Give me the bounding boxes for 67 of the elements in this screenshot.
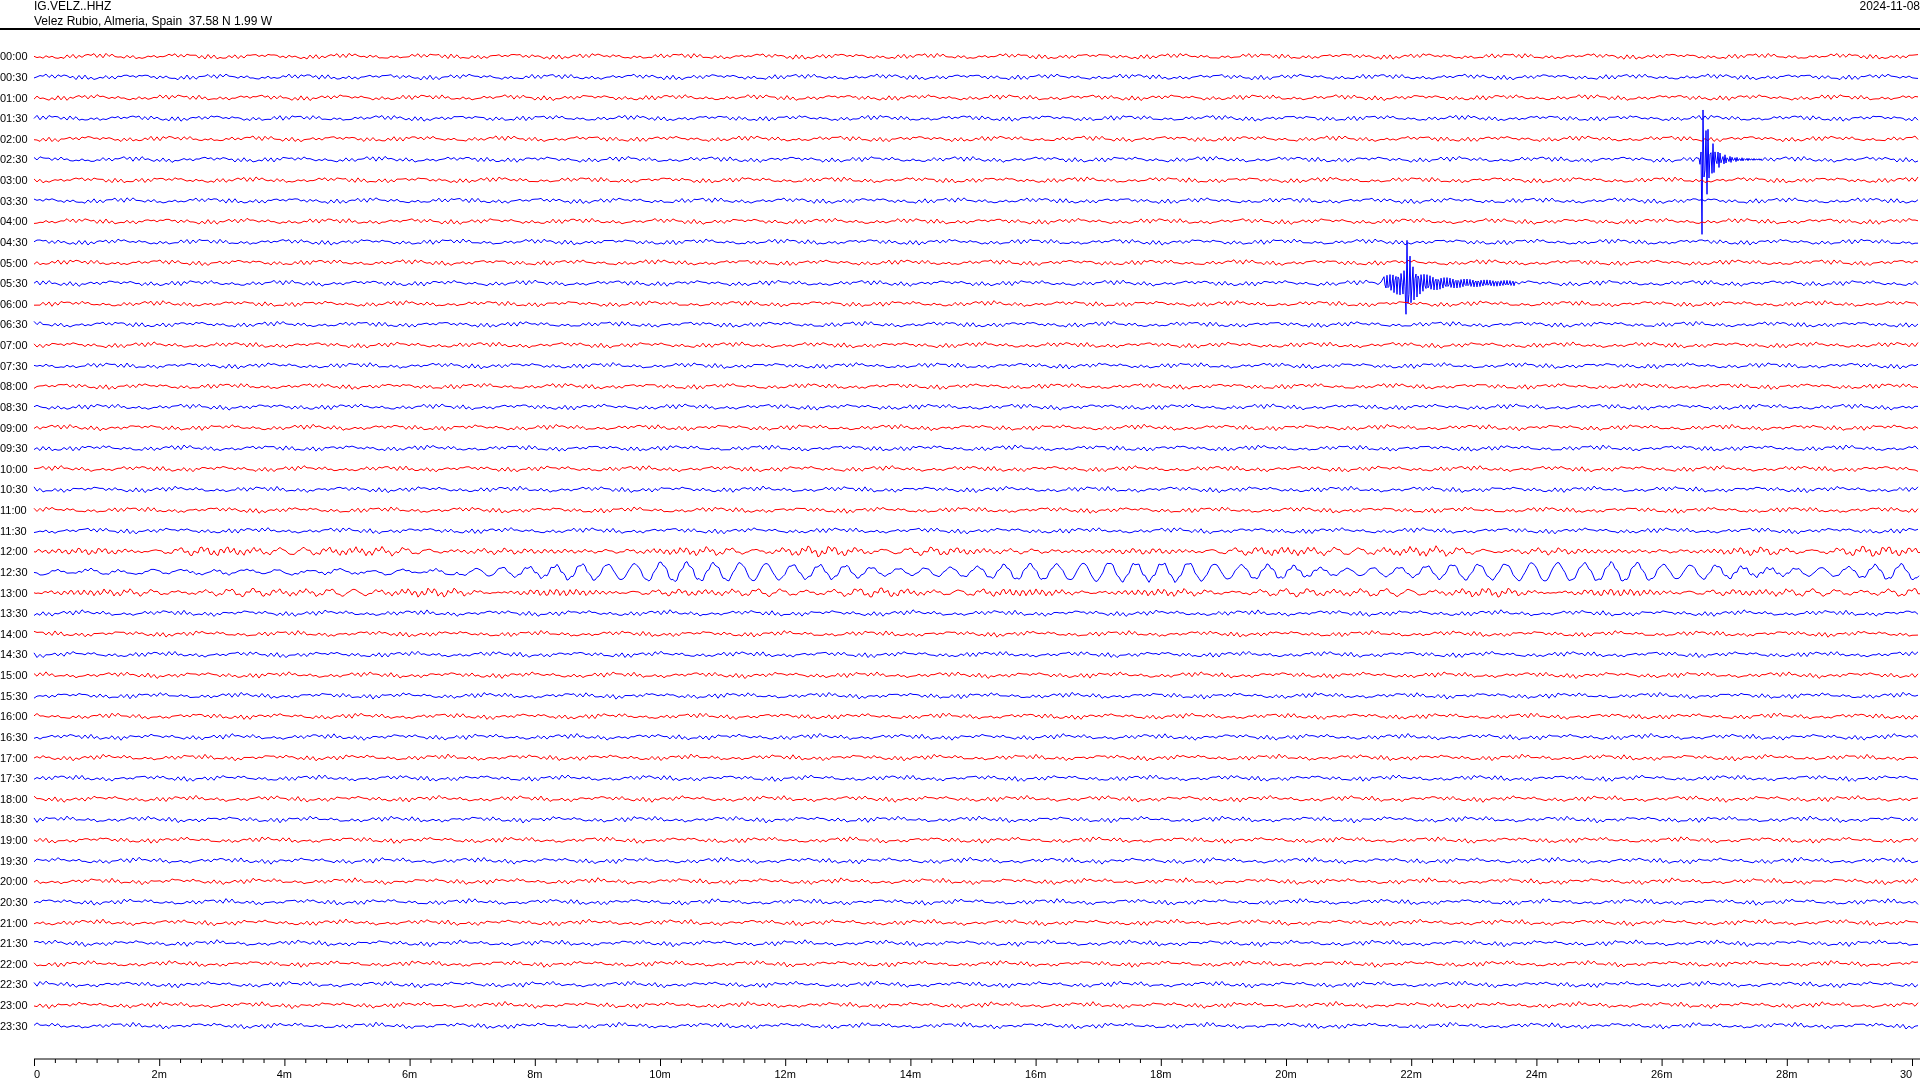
time-label: 04:30 bbox=[0, 235, 28, 248]
station-code: IG.VELZ..HHZ bbox=[34, 0, 113, 13]
date-label: 2024-11-08 bbox=[1859, 0, 1920, 15]
axis-label: 20m bbox=[1275, 1068, 1297, 1080]
time-label: 11:00 bbox=[0, 504, 27, 517]
time-label: 07:00 bbox=[0, 339, 28, 352]
time-label: 06:30 bbox=[0, 318, 28, 331]
time-label: 16:30 bbox=[0, 730, 28, 743]
axis-label: 6m bbox=[401, 1068, 418, 1080]
axis-label: 0 bbox=[33, 1068, 41, 1080]
axis-label: 16m bbox=[1024, 1068, 1047, 1080]
time-label: 03:30 bbox=[0, 194, 28, 207]
time-label: 01:00 bbox=[0, 91, 28, 104]
time-label: 18:30 bbox=[0, 813, 28, 826]
time-label: 16:00 bbox=[0, 710, 28, 723]
time-label: 13:30 bbox=[0, 607, 28, 620]
axis-label: 2m bbox=[151, 1068, 167, 1080]
axis-label: 12m bbox=[774, 1068, 796, 1080]
time-label: 17:30 bbox=[0, 772, 28, 785]
axis-label: 22m bbox=[1400, 1068, 1422, 1080]
time-label: 08:00 bbox=[0, 380, 28, 393]
time-label: 02:30 bbox=[0, 153, 28, 166]
axis-label: 30 bbox=[1899, 1068, 1913, 1080]
axis-label: 24m bbox=[1525, 1068, 1548, 1080]
time-label: 07:30 bbox=[0, 359, 28, 372]
axis-label: 18m bbox=[1150, 1068, 1172, 1080]
time-label: 13:00 bbox=[0, 586, 28, 599]
time-label: 08:30 bbox=[0, 400, 28, 413]
axis-label: 14m bbox=[899, 1068, 922, 1080]
time-label: 18:00 bbox=[0, 792, 28, 805]
time-label: 10:30 bbox=[0, 483, 28, 496]
time-label: 14:00 bbox=[0, 627, 28, 640]
time-label: 22:00 bbox=[0, 957, 28, 970]
time-label: 15:30 bbox=[0, 689, 28, 702]
axis-label: 10m bbox=[649, 1068, 671, 1080]
time-label: 23:00 bbox=[0, 999, 28, 1012]
time-label: 19:30 bbox=[0, 854, 28, 867]
axis-label: 26m bbox=[1650, 1068, 1673, 1080]
time-label: 04:00 bbox=[0, 215, 28, 228]
time-label: 23:30 bbox=[0, 1019, 28, 1032]
time-label: 22:30 bbox=[0, 978, 28, 991]
time-label: 11:30 bbox=[0, 524, 27, 537]
time-label: 15:00 bbox=[0, 669, 28, 682]
time-label: 12:30 bbox=[0, 565, 28, 578]
axis-label: 28m bbox=[1776, 1068, 1798, 1080]
time-label: 05:00 bbox=[0, 256, 28, 269]
time-label: 09:30 bbox=[0, 442, 28, 455]
time-label: 21:00 bbox=[0, 916, 28, 929]
time-label: 19:00 bbox=[0, 834, 28, 847]
time-label: 20:00 bbox=[0, 875, 28, 888]
time-label: 06:00 bbox=[0, 297, 28, 310]
time-label: 10:00 bbox=[0, 462, 28, 475]
time-label: 05:30 bbox=[0, 277, 28, 290]
time-label: 01:30 bbox=[0, 112, 28, 125]
time-label: 03:00 bbox=[0, 174, 28, 187]
axis-label: 4m bbox=[276, 1068, 293, 1080]
axis-label: 8m bbox=[527, 1068, 543, 1080]
time-label: 17:00 bbox=[0, 751, 28, 764]
time-label: 12:00 bbox=[0, 545, 28, 558]
time-label: 09:00 bbox=[0, 421, 28, 434]
time-label: 21:30 bbox=[0, 937, 28, 950]
time-label: 00:00 bbox=[0, 50, 28, 63]
time-label: 20:30 bbox=[0, 895, 28, 908]
time-label: 02:00 bbox=[0, 132, 28, 145]
station-location: Velez Rubio, Almeria, Spain 37.58 N 1.99 W bbox=[34, 15, 273, 28]
time-label: 00:30 bbox=[0, 70, 28, 83]
time-label: 14:30 bbox=[0, 648, 28, 661]
